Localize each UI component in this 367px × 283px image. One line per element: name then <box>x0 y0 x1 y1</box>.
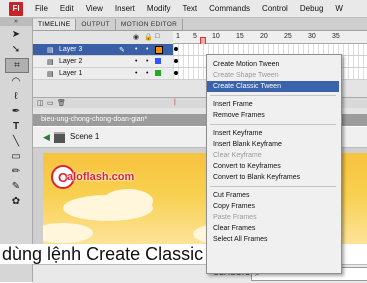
ruler-tick: 15 <box>236 33 244 40</box>
layer-name: Layer 3 <box>59 46 83 53</box>
panel-tabs: TIMELINE OUTPUT MOTION EDITOR <box>33 18 367 31</box>
eye-icon[interactable]: ◉ <box>133 33 139 41</box>
arrow-icon[interactable]: ➤ <box>5 28 27 41</box>
pencil-icon[interactable]: ✏ <box>5 165 27 178</box>
brush-icon[interactable]: ✎ <box>5 180 27 193</box>
lock-dot[interactable]: • <box>146 70 148 77</box>
layer-name: Layer 2 <box>59 58 83 65</box>
menu-item-insert-keyframe[interactable]: Insert Keyframe <box>207 128 339 139</box>
menu-item-remove-frames[interactable]: Remove Frames <box>207 110 339 121</box>
tab-motion-editor[interactable]: MOTION EDITOR <box>116 19 184 30</box>
scene-name: Scene 1 <box>70 132 100 141</box>
free-transform-icon[interactable]: ⌗ <box>5 58 29 73</box>
new-layer-icon[interactable]: ◫ <box>37 99 44 107</box>
menu-view[interactable]: View <box>80 4 109 13</box>
context-menu: Create Motion Tween Create Shape Tween C… <box>206 54 342 274</box>
menu-insert[interactable]: Insert <box>109 4 141 13</box>
layer-icon: ▤ <box>47 46 54 54</box>
menu-separator <box>210 95 336 96</box>
delete-layer-icon[interactable]: 🗑 <box>57 99 66 107</box>
menu-window[interactable]: W <box>329 4 349 13</box>
pencil-edit-icon: ✎ <box>119 46 125 54</box>
keyframe[interactable] <box>174 71 178 75</box>
tab-timeline[interactable]: TIMELINE <box>33 19 77 30</box>
layer-color-swatch[interactable] <box>155 70 161 76</box>
rectangle-icon[interactable]: ▭ <box>5 150 27 163</box>
subselect-icon[interactable]: ➘ <box>5 43 27 56</box>
menu-item-insert-blank-keyframe[interactable]: Insert Blank Keyframe <box>207 139 339 150</box>
menu-item-clear-frames[interactable]: Clear Frames <box>207 223 339 234</box>
lasso-icon-2[interactable]: ℓ <box>5 90 27 103</box>
new-folder-icon[interactable]: ▭ <box>47 99 54 107</box>
menu-file[interactable]: File <box>29 4 54 13</box>
menu-debug[interactable]: Debug <box>294 4 330 13</box>
back-arrow-icon[interactable]: ◀ <box>43 132 50 143</box>
document-tab[interactable]: bieu-ung-chong-chong-doan-gian* <box>41 116 147 123</box>
menu-item-copy-frames[interactable]: Copy Frames <box>207 201 339 212</box>
layer-icon: ▤ <box>47 58 54 66</box>
menu-item-paste-frames[interactable]: Paste Frames <box>207 212 339 223</box>
menu-item-create-motion-tween[interactable]: Create Motion Tween <box>207 59 339 70</box>
menu-item-convert-to-keyframes[interactable]: Convert to Keyframes <box>207 161 339 172</box>
text-icon[interactable]: T <box>5 120 27 133</box>
visibility-dot[interactable]: • <box>135 70 137 77</box>
deco-icon[interactable]: ✿ <box>5 195 27 208</box>
tools-panel: » ➤ ➘ ⌗ ◠ ℓ ✒ T ╲ ▭ ✏ ✎ ✿ <box>0 18 33 282</box>
lock-dot[interactable]: • <box>146 58 148 65</box>
menu-item-insert-frame[interactable]: Insert Frame <box>207 99 339 110</box>
lock-icon[interactable]: 🔒 <box>144 33 153 41</box>
onion-skin-icon[interactable]: | <box>174 99 176 106</box>
ruler-tick: 25 <box>284 33 292 40</box>
ruler-tick: 20 <box>260 33 268 40</box>
menu-modify[interactable]: Modify <box>141 4 177 13</box>
ruler-tick: 1 <box>176 33 180 40</box>
line-icon[interactable]: ╲ <box>5 135 27 148</box>
ruler-tick: 5 <box>193 33 197 40</box>
menu-item-create-classic-tween[interactable]: Create Classic Tween <box>207 81 339 92</box>
flash-app-icon: Fl <box>9 1 23 16</box>
visibility-dot[interactable]: • <box>135 46 137 53</box>
keyframe[interactable] <box>174 59 178 63</box>
pen-icon[interactable]: ✒ <box>5 105 27 118</box>
ruler-tick: 10 <box>212 33 220 40</box>
tools-grip[interactable]: » <box>0 18 32 26</box>
keyframe[interactable] <box>174 47 178 51</box>
outline-icon[interactable]: □ <box>155 33 159 40</box>
logo-text: aloflash.com <box>67 171 135 183</box>
menu-item-select-all-frames[interactable]: Select All Frames <box>207 234 339 245</box>
visibility-dot[interactable]: • <box>135 58 137 65</box>
menu-text[interactable]: Text <box>176 4 203 13</box>
scene-icon <box>54 132 65 143</box>
menu-bar: Fl File Edit View Insert Modify Text Com… <box>0 0 367 18</box>
menu-item-cut-frames[interactable]: Cut Frames <box>207 190 339 201</box>
layer-color-swatch[interactable] <box>155 46 163 54</box>
layer-icon: ▤ <box>47 70 54 78</box>
layer-name: Layer 1 <box>59 70 83 77</box>
tab-output[interactable]: OUTPUT <box>76 19 116 30</box>
cloud-shape <box>103 189 153 213</box>
lock-dot[interactable]: • <box>146 46 148 53</box>
menu-item-create-shape-tween[interactable]: Create Shape Tween <box>207 70 339 81</box>
menu-item-clear-keyframe[interactable]: Clear Keyframe <box>207 150 339 161</box>
menu-commands[interactable]: Commands <box>203 4 256 13</box>
menu-item-convert-to-blank-keyframes[interactable]: Convert to Blank Keyframes <box>207 172 339 183</box>
lasso-icon[interactable]: ◠ <box>5 75 27 88</box>
ruler-tick: 35 <box>332 33 340 40</box>
layer-color-swatch[interactable] <box>155 58 161 64</box>
menu-separator <box>210 186 336 187</box>
cloud-shape <box>43 223 93 243</box>
menu-control[interactable]: Control <box>256 4 294 13</box>
menu-separator <box>210 124 336 125</box>
menu-edit[interactable]: Edit <box>54 4 80 13</box>
ruler-tick: 30 <box>308 33 316 40</box>
